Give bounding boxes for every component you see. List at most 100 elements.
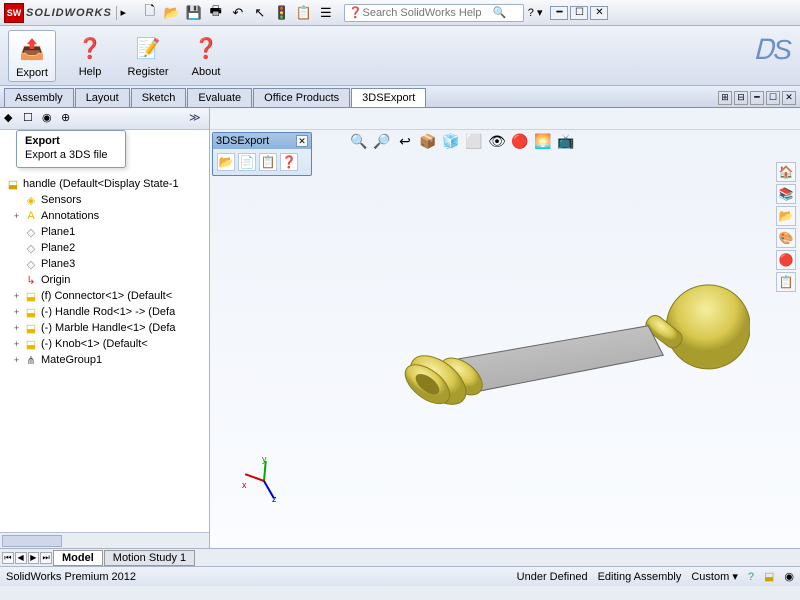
graphics-viewport[interactable]: 🔍 🔎 ↩ 📦 🧊 ⬜ 👁 🔴 🌅 📺 3DSExport ✕ 📂 📄 📋 ❓: [210, 108, 800, 548]
tree-filter-icon[interactable]: ◆: [4, 111, 20, 127]
tree-item[interactable]: ◇Plane3: [2, 256, 207, 272]
model-tab[interactable]: Model: [53, 550, 103, 566]
tab-assembly[interactable]: Assembly: [4, 88, 74, 107]
tab-sketch[interactable]: Sketch: [131, 88, 187, 107]
tree-item[interactable]: +⬓(f) Connector<1> (Default<: [2, 288, 207, 304]
export-button[interactable]: 📤 Export: [8, 30, 56, 82]
motion-study-tab[interactable]: Motion Study 1: [104, 550, 195, 566]
tree-item[interactable]: ◇Plane1: [2, 224, 207, 240]
taskpane-appearances-icon[interactable]: 🔴: [776, 250, 796, 270]
section-view-icon[interactable]: 📦: [419, 132, 437, 150]
3dsexport-floating-toolbar[interactable]: 3DSExport ✕ 📂 📄 📋 ❓: [212, 132, 312, 176]
doc-tile-icon[interactable]: ⊞: [718, 91, 732, 105]
z-label: z: [272, 494, 277, 504]
help-bubble-icon: ❓: [349, 6, 363, 19]
doc-cascade-icon[interactable]: ⊟: [734, 91, 748, 105]
scene-icon[interactable]: 🌅: [534, 132, 552, 150]
orientation-triad[interactable]: y x z: [246, 458, 286, 498]
select-icon[interactable]: ↖: [252, 5, 268, 21]
taskpane-view-icon[interactable]: 🎨: [776, 228, 796, 248]
taskpane-explorer-icon[interactable]: 📂: [776, 206, 796, 226]
status-bar: SolidWorks Premium 2012 Under Defined Ed…: [0, 566, 800, 586]
tab-next-icon[interactable]: ▶: [28, 552, 40, 564]
expand-icon[interactable]: +: [12, 339, 21, 349]
expand-icon[interactable]: +: [12, 307, 21, 317]
view-orientation-icon[interactable]: 🧊: [442, 132, 460, 150]
doc-close-icon[interactable]: ✕: [782, 91, 796, 105]
status-units[interactable]: Custom ▾: [691, 570, 738, 583]
open-icon[interactable]: 📂: [164, 5, 180, 21]
print-icon[interactable]: 🖶: [208, 5, 224, 21]
search-box[interactable]: ❓ 🔍: [344, 4, 524, 22]
float-register-icon[interactable]: 📋: [259, 153, 277, 171]
tree-item[interactable]: +AAnnotations: [2, 208, 207, 224]
tree-tab4-icon[interactable]: ⊕: [61, 111, 77, 127]
status-rebuild-icon[interactable]: ⬓: [764, 570, 774, 583]
taskpane-properties-icon[interactable]: 📋: [776, 272, 796, 292]
tab-evaluate[interactable]: Evaluate: [187, 88, 252, 107]
minimize-button[interactable]: ━: [550, 6, 568, 20]
doc-minimize-icon[interactable]: ━: [750, 91, 764, 105]
save-icon[interactable]: 💾: [186, 5, 202, 21]
expand-icon[interactable]: +: [12, 323, 21, 333]
tab-last-icon[interactable]: ⏭: [40, 552, 52, 564]
about-button[interactable]: ❓ About: [182, 30, 230, 80]
title-bar: SW SOLIDWORKS ▸ 🗋 📂 💾 🖶 ↶ ↖ 🚦 📋 ☰ ❓ 🔍 ? …: [0, 0, 800, 26]
tab-3dsexport[interactable]: 3DSExport: [351, 88, 426, 107]
tree-tab2-icon[interactable]: ☐: [23, 111, 39, 127]
taskpane-library-icon[interactable]: 📚: [776, 184, 796, 204]
tree-item[interactable]: +⬓(-) Handle Rod<1> -> (Defa: [2, 304, 207, 320]
undo-icon[interactable]: ↶: [230, 5, 246, 21]
float-titlebar[interactable]: 3DSExport ✕: [213, 133, 311, 149]
display-style-icon[interactable]: ⬜: [465, 132, 483, 150]
status-help-icon[interactable]: ?: [748, 571, 754, 583]
tree-item[interactable]: +⬓(-) Knob<1> (Default<: [2, 336, 207, 352]
doc-restore-icon[interactable]: ☐: [766, 91, 780, 105]
search-icon[interactable]: 🔍: [492, 6, 506, 19]
tab-first-icon[interactable]: ⏮: [2, 552, 14, 564]
help-button[interactable]: ❓ Help: [66, 30, 114, 80]
zoom-area-icon[interactable]: 🔎: [373, 132, 391, 150]
tree-item[interactable]: ◇Plane2: [2, 240, 207, 256]
search-input[interactable]: [362, 7, 492, 19]
tab-layout[interactable]: Layout: [75, 88, 130, 107]
app-menu-dropdown[interactable]: ▸: [116, 6, 130, 20]
tree-item-label: Plane1: [41, 226, 75, 238]
expand-icon[interactable]: +: [12, 355, 21, 365]
tree-tab3-icon[interactable]: ◉: [42, 111, 58, 127]
float-help-icon[interactable]: 📄: [238, 153, 256, 171]
maximize-button[interactable]: ☐: [570, 6, 588, 20]
status-stop-icon[interactable]: ◉: [784, 570, 794, 583]
help-dropdown[interactable]: ? ▾: [528, 6, 543, 19]
taskpane-resources-icon[interactable]: 🏠: [776, 162, 796, 182]
tree-item[interactable]: +⋔MateGroup1: [2, 352, 207, 368]
float-export-icon[interactable]: 📂: [217, 153, 235, 171]
tab-prev-icon[interactable]: ◀: [15, 552, 27, 564]
hide-show-icon[interactable]: 👁: [488, 132, 506, 150]
appearance-icon[interactable]: 🔴: [511, 132, 529, 150]
tab-office-products[interactable]: Office Products: [253, 88, 350, 107]
view-settings-icon[interactable]: 📺: [557, 132, 575, 150]
tree-item[interactable]: ◈Sensors: [2, 192, 207, 208]
expand-icon[interactable]: +: [12, 291, 21, 301]
zoom-fit-icon[interactable]: 🔍: [350, 132, 368, 150]
float-about-icon[interactable]: ❓: [280, 153, 298, 171]
float-close-button[interactable]: ✕: [296, 135, 308, 147]
scrollbar-thumb[interactable]: [2, 535, 62, 547]
help-label: Help: [68, 66, 112, 78]
tree-hscrollbar[interactable]: [0, 532, 209, 548]
traffic-icon[interactable]: 🚦: [274, 5, 290, 21]
tree-item[interactable]: ↳Origin: [2, 272, 207, 288]
tree-item[interactable]: +⬓(-) Marble Handle<1> (Defa: [2, 320, 207, 336]
rebuild-icon[interactable]: 📋: [296, 5, 312, 21]
options-icon[interactable]: ☰: [318, 5, 334, 21]
new-icon[interactable]: 🗋: [142, 5, 158, 21]
expand-icon[interactable]: +: [12, 211, 21, 221]
previous-view-icon[interactable]: ↩: [396, 132, 414, 150]
motion-study-tabs: ⏮ ◀ ▶ ⏭ Model Motion Study 1: [0, 548, 800, 566]
close-button[interactable]: ✕: [590, 6, 608, 20]
tree-root-item[interactable]: ⬓ handle (Default<Display State-1: [2, 176, 207, 192]
tree-item-label: (-) Knob<1> (Default<: [41, 338, 148, 350]
register-button[interactable]: 📝 Register: [124, 30, 172, 80]
tree-collapse-icon[interactable]: ≫: [189, 111, 205, 127]
